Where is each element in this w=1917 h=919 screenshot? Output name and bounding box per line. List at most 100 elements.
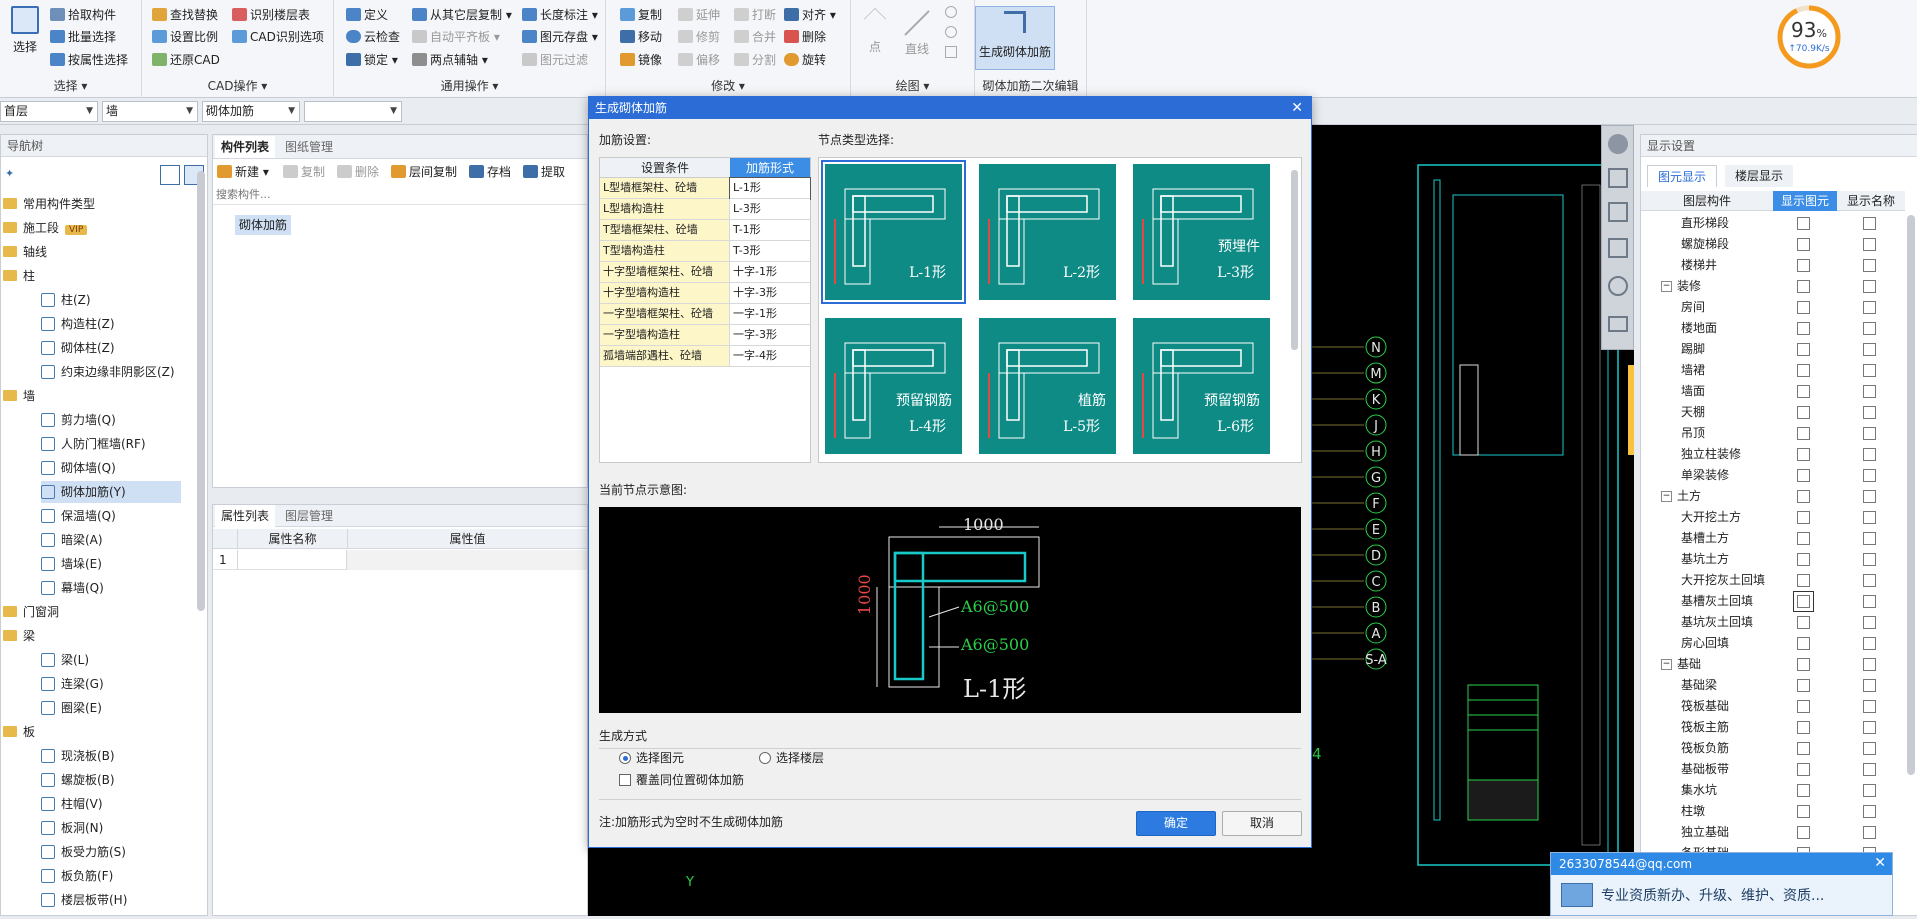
show-name-checkbox[interactable]	[1863, 616, 1876, 629]
floor-copy-button[interactable]: 层间复制	[391, 162, 457, 182]
show-element-checkbox[interactable]	[1797, 532, 1810, 545]
prop-value-cell[interactable]	[347, 550, 587, 570]
modify-group-label[interactable]: 修改 ▾	[606, 77, 850, 94]
floor-select[interactable]: 首层 ▼	[0, 101, 98, 122]
generate-masonry-rebar-button[interactable]: 生成砌体加筋	[975, 6, 1055, 70]
nav-item[interactable]: 砌体柱(Z)	[41, 337, 115, 359]
show-element-checkbox[interactable]	[1797, 469, 1810, 482]
network-speed-gauge[interactable]: 93% ↑70.9K/s	[1776, 4, 1842, 70]
nav-item[interactable]: 保温墙(Q)	[41, 505, 116, 527]
show-element-checkbox[interactable]	[1797, 616, 1810, 629]
collapse-icon[interactable]: −	[1661, 659, 1672, 670]
nav-item[interactable]: 现浇板(B)	[41, 745, 115, 767]
show-name-checkbox[interactable]	[1863, 532, 1876, 545]
show-name-checkbox[interactable]	[1863, 826, 1876, 839]
display-row[interactable]: 墙面	[1641, 381, 1905, 402]
general-group-label[interactable]: 通用操作 ▾	[334, 77, 605, 94]
trim-button[interactable]: 修剪	[678, 27, 720, 47]
show-element-checkbox[interactable]	[1797, 364, 1810, 377]
list-view-icon[interactable]	[160, 165, 180, 185]
nav-item[interactable]: 柱	[3, 265, 35, 287]
display-row[interactable]: 柱墩	[1641, 801, 1905, 822]
show-element-checkbox[interactable]	[1797, 511, 1810, 524]
rotate-view-icon[interactable]	[1608, 276, 1628, 296]
show-element-checkbox[interactable]	[1797, 490, 1810, 503]
tab-floor-display[interactable]: 楼层显示	[1725, 165, 1794, 187]
find-replace-button[interactable]: 查找替换	[152, 5, 218, 25]
component-item[interactable]: 砌体加筋	[235, 215, 292, 235]
display-row[interactable]: 墙裙	[1641, 360, 1905, 381]
show-name-checkbox[interactable]	[1863, 637, 1876, 650]
nav-item[interactable]: 暗梁(A)	[41, 529, 103, 551]
display-row[interactable]: 基槽灰土回填	[1641, 591, 1905, 612]
display-row[interactable]: 基槽土方	[1641, 528, 1905, 549]
tab-drawing-manage[interactable]: 图纸管理	[279, 136, 339, 158]
show-name-checkbox[interactable]	[1863, 700, 1876, 713]
show-name-checkbox[interactable]	[1863, 511, 1876, 524]
archive-button[interactable]: 存档	[469, 162, 511, 182]
nav-item[interactable]: 砌体墙(Q)	[41, 457, 116, 479]
display-row[interactable]: 单梁装修	[1641, 465, 1905, 486]
nav-item[interactable]: 构造柱(Z)	[41, 313, 115, 335]
nav-item[interactable]: 约束边缘非阴影区(Z)	[41, 361, 175, 383]
mirror-button[interactable]: 镜像	[620, 50, 662, 70]
show-name-checkbox[interactable]	[1863, 658, 1876, 671]
extend-button[interactable]: 延伸	[678, 5, 720, 25]
display-row[interactable]: 楼地面	[1641, 318, 1905, 339]
set-scale-button[interactable]: 设置比例	[152, 27, 218, 47]
dialog-close-icon[interactable]: ✕	[1291, 97, 1303, 119]
delete-button[interactable]: 删除	[784, 27, 826, 47]
auto-align-slab-button[interactable]: 自动平齐板 ▾	[412, 27, 500, 47]
display-row[interactable]: 踢脚	[1641, 339, 1905, 360]
nav-scrollbar[interactable]	[197, 171, 205, 611]
point-button[interactable]: 点	[857, 6, 893, 55]
orbit-icon[interactable]	[1608, 134, 1628, 154]
display-row[interactable]: 筏板负筋	[1641, 738, 1905, 759]
collapse-icon[interactable]: −	[1661, 491, 1672, 502]
display-row[interactable]: 楼梯井	[1641, 255, 1905, 276]
show-element-checkbox[interactable]	[1797, 700, 1810, 713]
show-element-checkbox[interactable]	[1797, 343, 1810, 356]
new-button[interactable]: 新建 ▾	[217, 162, 269, 182]
batch-select-button[interactable]: 批量选择	[50, 27, 116, 47]
node-tile[interactable]: 预留钢筋 L-4形	[823, 316, 964, 456]
nav-item[interactable]: 轴线	[3, 241, 47, 263]
show-element-checkbox[interactable]	[1797, 721, 1810, 734]
show-element-checkbox[interactable]	[1797, 784, 1810, 797]
tab-properties[interactable]: 属性列表	[215, 505, 276, 527]
node-tile[interactable]: L-2形	[977, 162, 1118, 302]
show-element-checkbox[interactable]	[1797, 322, 1810, 335]
nav-item[interactable]: 板受力筋(S)	[41, 841, 126, 863]
prop-name-cell[interactable]	[237, 550, 347, 570]
length-dim-button[interactable]: 长度标注 ▾	[522, 5, 598, 25]
show-element-checkbox[interactable]	[1797, 637, 1810, 650]
nav-item[interactable]: 常用构件类型	[3, 193, 95, 215]
display-row[interactable]: 基坑灰土回填	[1641, 612, 1905, 633]
element-filter-button[interactable]: 图元过滤	[522, 50, 588, 70]
collapse-icon[interactable]: −	[1661, 281, 1672, 292]
element-save-button[interactable]: 图元存盘 ▾	[522, 27, 598, 47]
identify-floor-table-button[interactable]: 识别楼层表	[232, 5, 310, 25]
display-row[interactable]: − 基础	[1641, 654, 1905, 675]
component-search-input[interactable]	[213, 185, 587, 205]
line-button[interactable]: 直线	[899, 6, 935, 57]
display-row[interactable]: 吊顶	[1641, 423, 1905, 444]
show-element-checkbox[interactable]	[1797, 742, 1810, 755]
nav-item[interactable]: 板负筋(F)	[41, 865, 113, 887]
display-row[interactable]: 直形梯段	[1641, 213, 1905, 234]
copy-from-floor-button[interactable]: 从其它层复制 ▾	[412, 5, 512, 25]
form-cell[interactable]: 一字-4形	[730, 346, 810, 367]
ok-button[interactable]: 确定	[1136, 811, 1216, 836]
nav-item[interactable]: 幕墙(Q)	[41, 577, 104, 599]
display-row[interactable]: 基础梁	[1641, 675, 1905, 696]
nav-pin-icon[interactable]: ✦	[5, 167, 21, 180]
show-element-checkbox[interactable]	[1797, 658, 1810, 671]
display-row[interactable]: 筏板主筋	[1641, 717, 1905, 738]
break-button[interactable]: 打断	[734, 5, 776, 25]
show-name-checkbox[interactable]	[1863, 364, 1876, 377]
show-element-checkbox[interactable]	[1797, 826, 1810, 839]
display-row[interactable]: 集水坑	[1641, 780, 1905, 801]
show-name-checkbox[interactable]	[1863, 385, 1876, 398]
nav-item[interactable]: 砌体加筋(Y)	[41, 481, 181, 503]
display-scrollbar[interactable]	[1907, 215, 1915, 775]
